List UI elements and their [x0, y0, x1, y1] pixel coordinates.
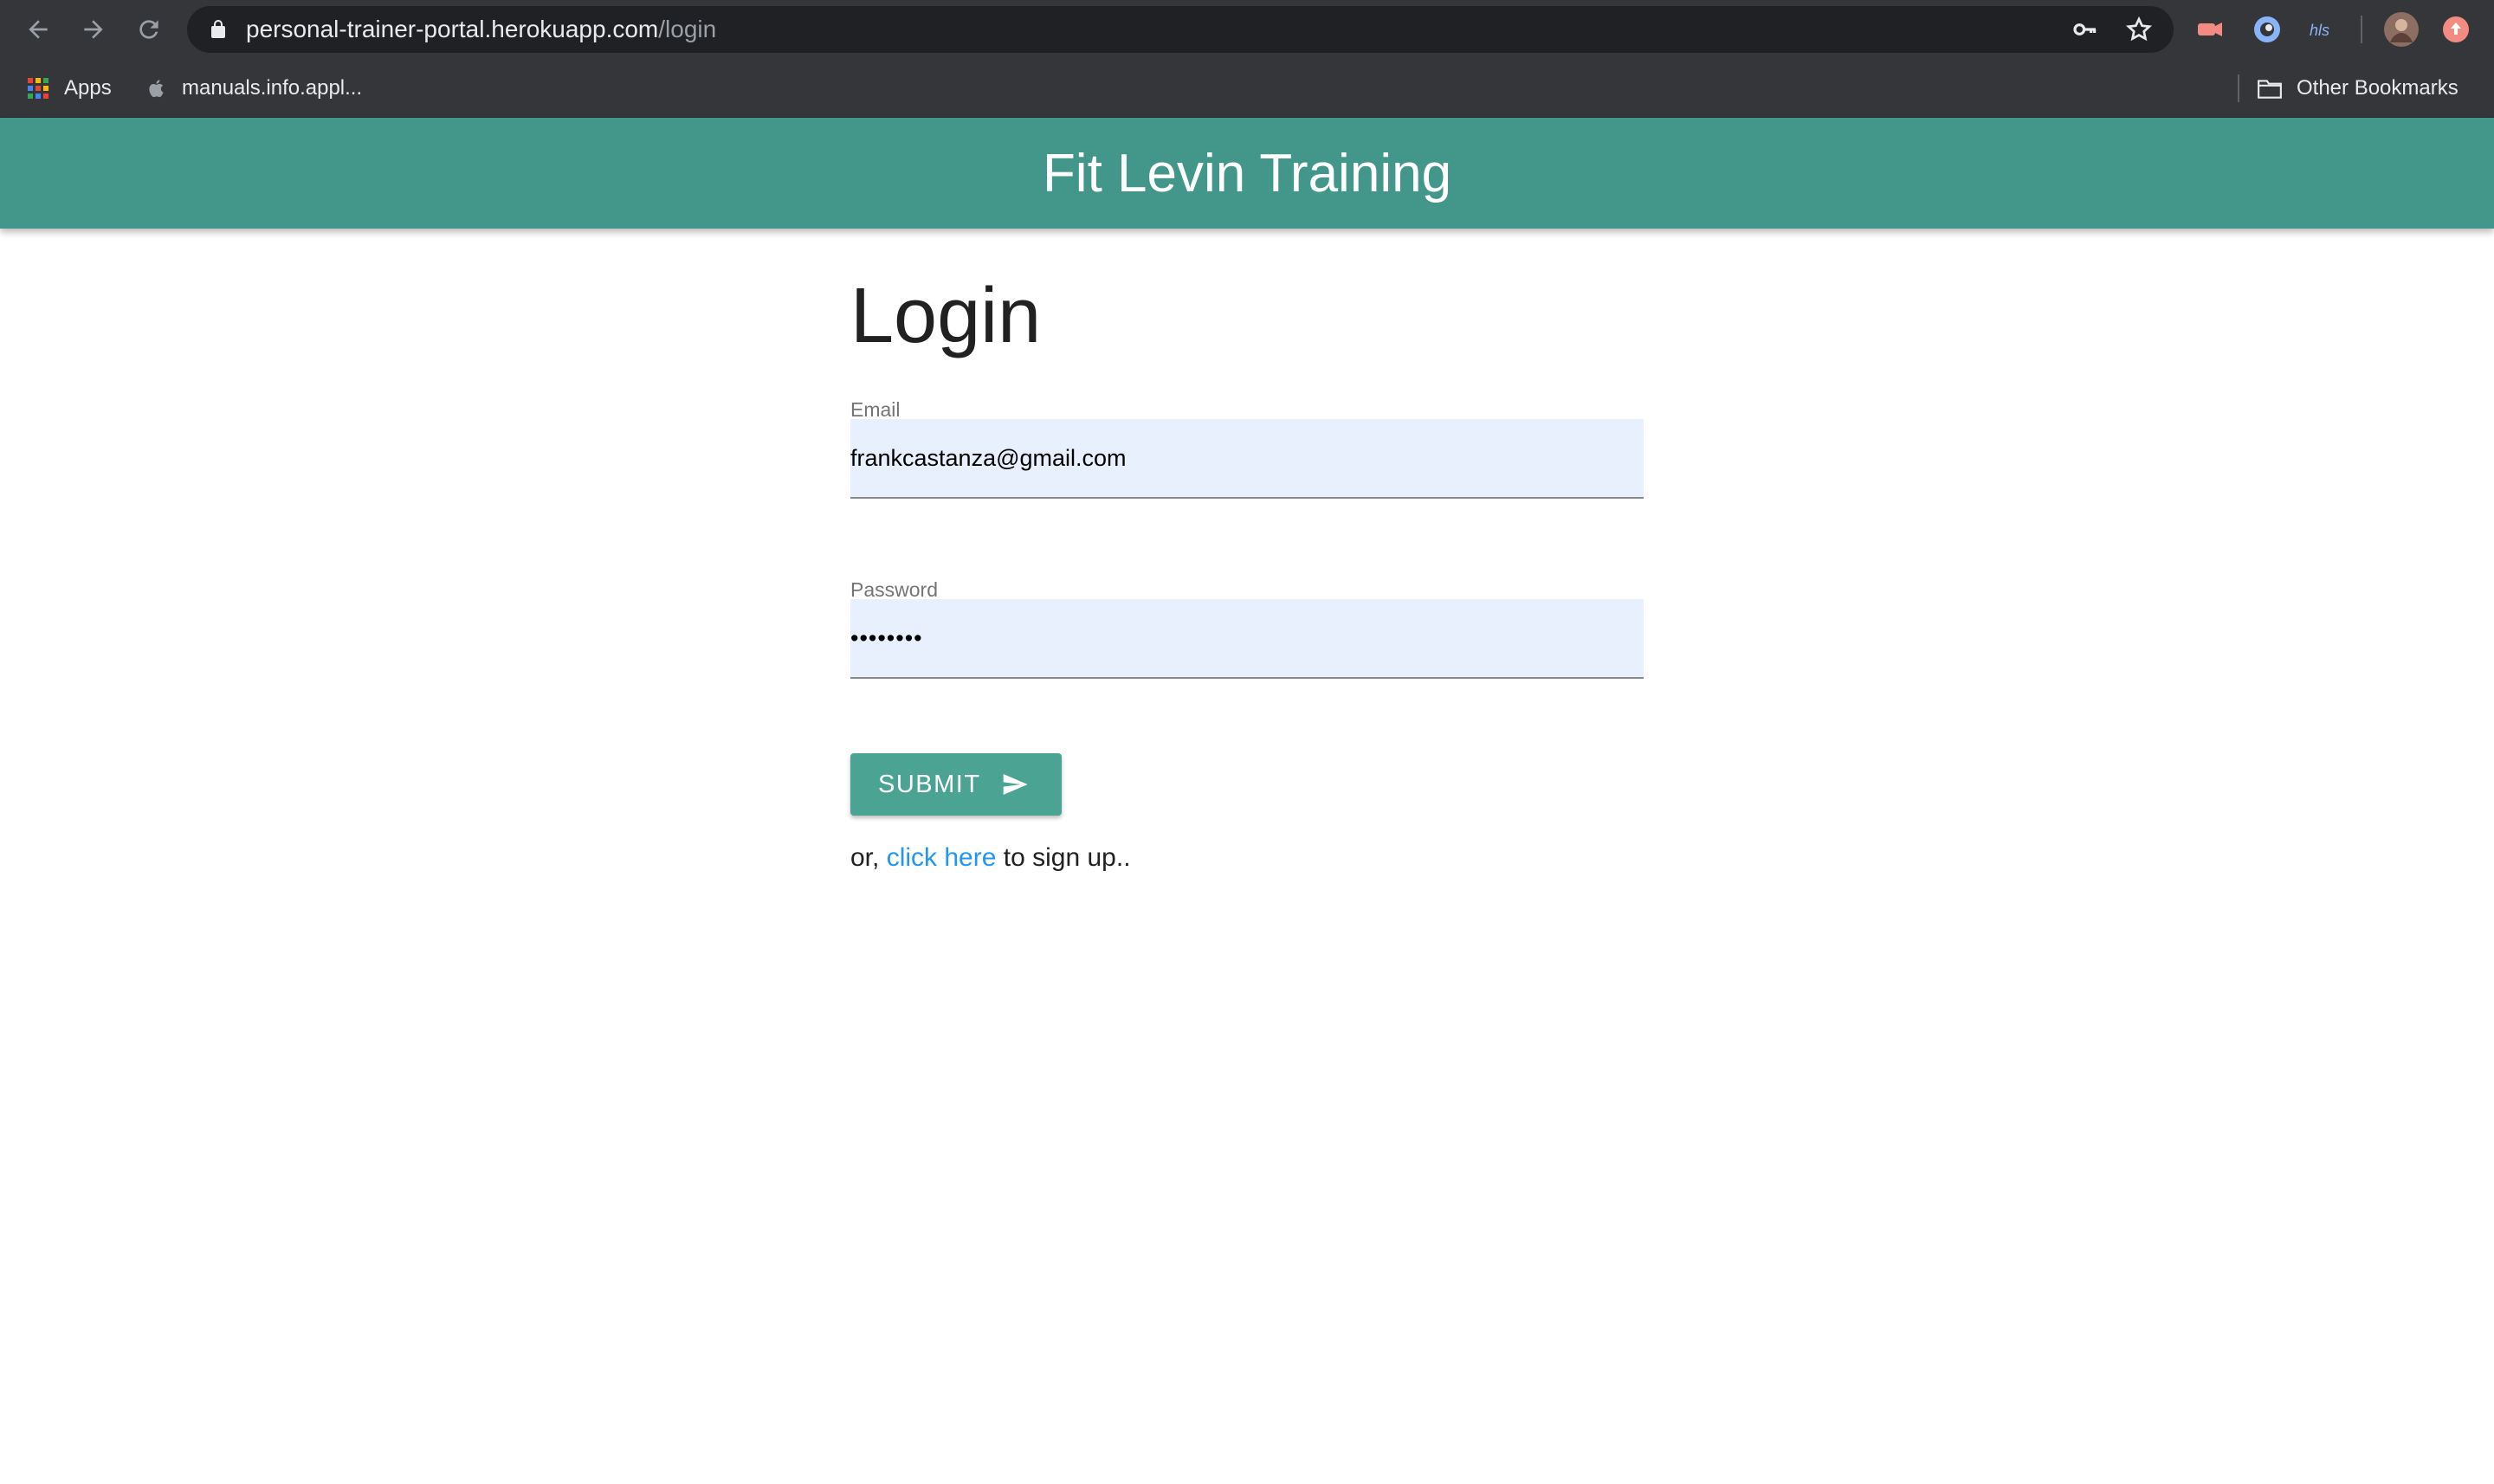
folder-icon	[2257, 77, 2283, 100]
avatar[interactable]	[2383, 11, 2420, 48]
bookmark-other-label: Other Bookmarks	[2297, 76, 2458, 100]
signup-suffix: to sign up..	[1003, 843, 1131, 872]
apple-icon	[145, 77, 168, 100]
bookmark-manuals-label: manuals.info.appl...	[182, 76, 363, 100]
app-title[interactable]: Fit Levin Training	[1043, 143, 1451, 204]
lock-icon	[211, 20, 225, 38]
signup-prefix: or,	[850, 843, 880, 872]
email-label: Email	[850, 398, 901, 421]
forward-button[interactable]	[73, 9, 114, 50]
browser-toolbar: personal-trainer-portal.herokuapp.com/lo…	[0, 0, 2494, 59]
submit-button[interactable]: SUBMIT	[850, 753, 1062, 816]
bookmark-manuals[interactable]: manuals.info.appl...	[145, 59, 362, 118]
send-icon	[1003, 774, 1028, 795]
bookmarks-separator	[2238, 74, 2239, 102]
bookmark-apps-label: Apps	[64, 76, 112, 100]
forward-arrow-icon	[84, 20, 103, 39]
extension-record-icon[interactable]	[2194, 14, 2226, 45]
update-icon[interactable]	[2440, 14, 2471, 45]
url-path: /login	[658, 16, 717, 42]
email-value: frankcastanza@gmail.com	[850, 445, 1127, 471]
page-title: Login	[850, 273, 1042, 359]
password-value: ••••••••	[850, 625, 923, 651]
app-header: Fit Levin Training	[0, 118, 2494, 229]
submit-label: SUBMIT	[878, 770, 981, 798]
extension-hls-icon[interactable]: hls	[2307, 14, 2338, 45]
address-bar[interactable]: personal-trainer-portal.herokuapp.com/lo…	[187, 6, 2174, 53]
bookmarks-bar: Apps manuals.info.appl... Other Bookmark…	[0, 59, 2494, 118]
star-icon[interactable]	[2125, 16, 2153, 43]
email-field[interactable]: frankcastanza@gmail.com	[850, 419, 1644, 499]
url-host: personal-trainer-portal.herokuapp.com	[246, 16, 659, 42]
signup-link[interactable]: click here	[887, 843, 997, 872]
password-label: Password	[850, 578, 938, 601]
apps-grid-icon	[26, 76, 50, 100]
password-field[interactable]: ••••••••	[850, 599, 1644, 679]
reload-button[interactable]	[128, 9, 170, 50]
extension-circle-icon[interactable]	[2252, 14, 2283, 45]
bookmark-other[interactable]: Other Bookmarks	[2257, 59, 2458, 118]
back-arrow-icon	[29, 20, 48, 39]
key-icon[interactable]	[2071, 16, 2099, 43]
url-text[interactable]: personal-trainer-portal.herokuapp.com/lo…	[246, 6, 716, 53]
toolbar-separator	[2361, 16, 2362, 43]
svg-text:hls: hls	[2310, 22, 2329, 39]
signup-text: or, click here to sign up..	[850, 843, 1131, 873]
back-button[interactable]	[17, 9, 59, 50]
reload-icon	[139, 20, 158, 39]
bookmark-apps[interactable]: Apps	[26, 59, 112, 118]
